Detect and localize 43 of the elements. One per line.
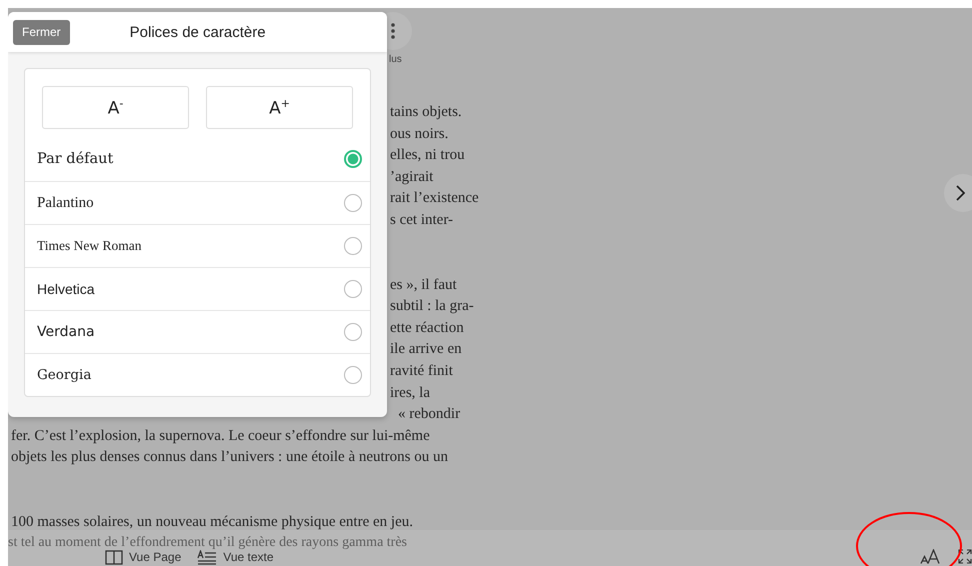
more-label: lus xyxy=(389,54,402,65)
body-text-line: rait l’existence xyxy=(390,190,479,206)
body-text-line: s cet inter- xyxy=(390,212,454,228)
more-icon xyxy=(391,23,395,39)
font-size-icon[interactable] xyxy=(920,549,942,564)
font-option-label[interactable]: Verdana xyxy=(37,324,95,340)
font-option-label[interactable]: Par défaut xyxy=(37,151,114,167)
decrease-font-button[interactable]: A$^{-}$ xyxy=(42,86,189,129)
increase-font-button[interactable]: A$^{+}$ xyxy=(206,86,353,129)
body-text-line: ous noirs. xyxy=(390,126,448,142)
font-option-label[interactable]: Georgia xyxy=(37,367,92,383)
view-mode-button[interactable]: Vue texte xyxy=(197,550,274,565)
text-view-icon xyxy=(197,550,218,565)
body-text-line: 100 masses solaires, un nouveau mécanisme physique entre en jeu. xyxy=(11,514,413,530)
body-text-line: objets les plus denses connus dans l’univers : une étoile à neutrons ou un xyxy=(11,449,448,466)
body-text-line: ires, la xyxy=(390,384,430,401)
body-text-line: ’agirait xyxy=(390,168,434,185)
radio-button[interactable] xyxy=(344,150,362,168)
font-option-label[interactable]: Palantino xyxy=(37,194,94,212)
body-text-line: subtil : la gra- xyxy=(390,298,474,314)
body-text-line: st tel au moment de l’effondrement qu’il génère des rayons gamma très xyxy=(8,534,407,550)
close-button[interactable]: Fermer xyxy=(13,20,70,44)
font-option-label[interactable]: Helvetica xyxy=(37,281,95,297)
body-text-line: ravité finit xyxy=(390,362,453,379)
radio-button[interactable] xyxy=(344,366,362,384)
radio-button[interactable] xyxy=(344,237,362,255)
body-text-line: es », il faut xyxy=(390,276,457,293)
view-mode-button[interactable]: Vue Page xyxy=(105,550,182,565)
body-text-line: tains objets. xyxy=(390,104,462,120)
body-text-line: ette réaction xyxy=(390,320,464,336)
body-text-line: ile arrive en xyxy=(390,341,462,358)
next-page-button[interactable] xyxy=(944,174,972,212)
chevron-right-icon xyxy=(956,185,965,201)
radio-button[interactable] xyxy=(344,323,362,341)
body-text-line: « rebondir xyxy=(398,406,460,422)
body-text-line: fer. C’est l’explosion, la supernova. Le coeur s’effondre sur lui-même xyxy=(11,428,430,444)
font-option-label[interactable]: Times New Roman xyxy=(37,238,142,254)
fullscreen-icon[interactable] xyxy=(958,549,972,564)
radio-button[interactable] xyxy=(344,194,362,212)
body-text-line: elles, ni trou xyxy=(390,147,465,164)
radio-button[interactable] xyxy=(344,280,362,298)
book-icon xyxy=(105,550,123,565)
dialog-title: Polices de caractère xyxy=(130,24,266,40)
